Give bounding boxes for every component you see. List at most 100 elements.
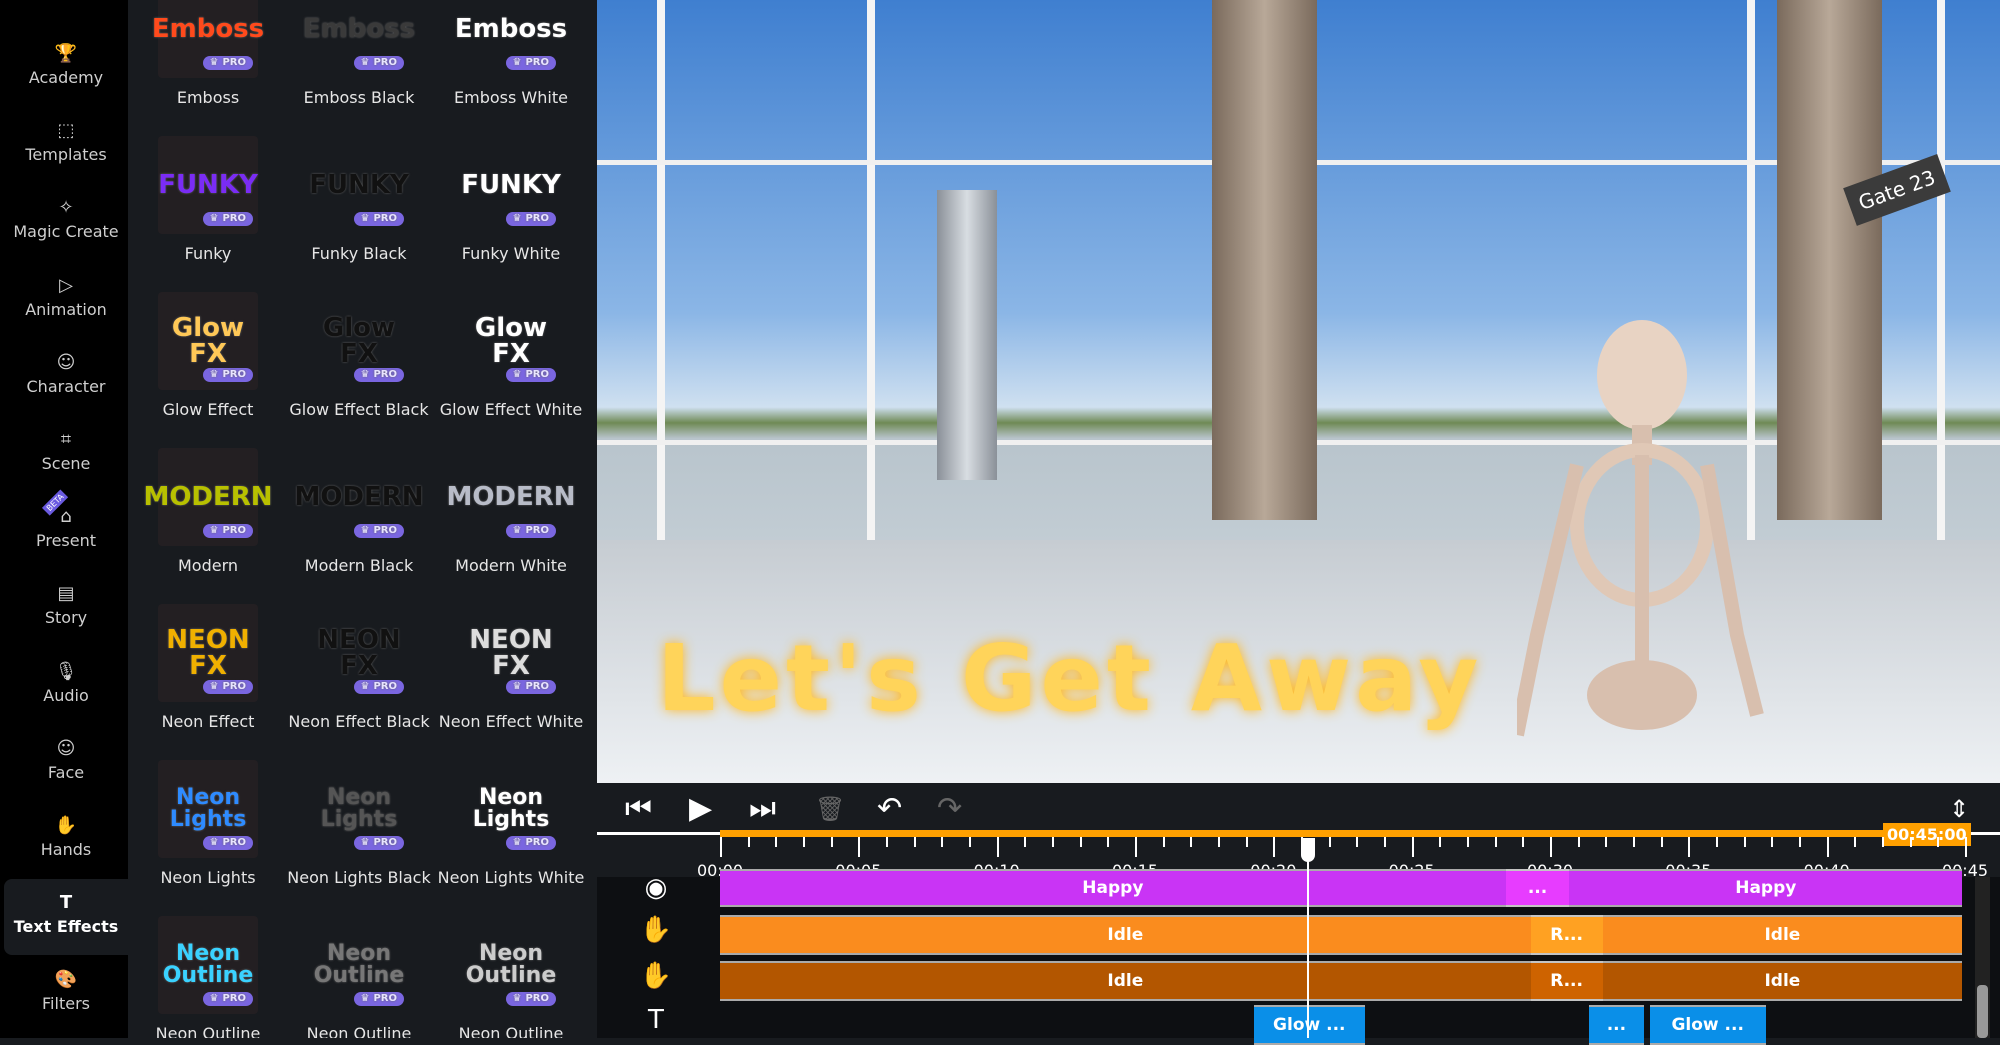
effect-card[interactable]: Emboss ♛ PRO Emboss White [436, 0, 586, 108]
ruler-tick [1135, 837, 1137, 857]
effect-card[interactable]: FUNKY ♛ PRO Funky [133, 136, 283, 264]
pro-badge: ♛ PRO [353, 680, 404, 694]
sidebar-item-animation[interactable]: ▷ Animation [4, 262, 128, 338]
skip-to-start-button[interactable]: ⏮ [625, 793, 652, 825]
crown-icon: ♛ [360, 57, 370, 68]
skeleton-character[interactable] [1517, 315, 1767, 783]
crown-icon: ♛ [512, 57, 522, 68]
pro-badge: ♛ PRO [353, 524, 404, 538]
undo-button[interactable]: ↶ [877, 793, 902, 825]
window-frame [867, 0, 875, 560]
ruler-tick [1550, 837, 1552, 857]
effect-card[interactable]: Neon Lights ♛ PRO Neon Lights White [436, 760, 586, 888]
pillar [1212, 0, 1317, 520]
effect-card[interactable]: MODERN ♛ PRO Modern Black [284, 448, 434, 576]
right-hand-icon: ✋ [639, 961, 673, 991]
sidebar-item-label: Filters [42, 994, 90, 1014]
pro-badge: ♛ PRO [202, 368, 253, 382]
sidebar-item-label: Character [26, 376, 106, 396]
sidebar-item-label: Face [47, 762, 85, 782]
effect-thumbnail: FUNKY ♛ PRO [158, 136, 258, 234]
sidebar-item-face[interactable]: ☺ Face [4, 725, 128, 801]
face-clip[interactable]: Happy [720, 869, 1506, 907]
crown-icon: ♛ [512, 525, 522, 536]
ruler-tick [886, 837, 888, 847]
pro-label: PRO [373, 681, 397, 692]
effect-card[interactable]: FUNKY ♛ PRO Funky Black [284, 136, 434, 264]
effect-label: Emboss [176, 88, 240, 107]
sidebar-item-story[interactable]: ▤ Story [4, 570, 128, 646]
pro-label: PRO [222, 525, 246, 536]
effect-thumbnail: Neon Outline ♛ PRO [461, 916, 561, 1014]
ruler-tick [1771, 837, 1774, 847]
ruler-tick [1467, 837, 1469, 847]
pro-label: PRO [373, 213, 397, 224]
left-hand-clip[interactable]: Idle [720, 915, 1531, 955]
text-clip[interactable]: Glow ... [1649, 1005, 1766, 1045]
effect-preview-text: MODERN [143, 482, 273, 512]
face-clip[interactable]: ... [1505, 869, 1570, 907]
face-clip[interactable]: Happy [1569, 869, 1963, 907]
effect-card[interactable]: Glow FX ♛ PRO Glow Effect [133, 292, 283, 420]
effect-card[interactable]: Neon Outline ♛ PRO Neon Outline [436, 916, 586, 1039]
ruler-tick [720, 837, 722, 857]
scene-viewport[interactable]: Gate 23 Let's Get Away [597, 0, 2000, 783]
effect-card[interactable]: Neon Outline ♛ PRO Neon Outline [284, 916, 434, 1039]
ruler-tick [996, 837, 999, 857]
end-time-badge[interactable]: 00:45:00 [1883, 823, 1971, 846]
palette-icon: 🎨 [54, 969, 78, 991]
right-hand-clip[interactable]: Idle [720, 961, 1531, 1001]
pro-badge: ♛ PRO [353, 212, 404, 226]
left-hand-clip[interactable]: R... [1530, 915, 1603, 955]
text-clip[interactable]: ... [1588, 1005, 1645, 1045]
right-hand-clip[interactable]: R... [1530, 961, 1603, 1001]
effect-card[interactable]: MODERN ♛ PRO Modern [133, 448, 283, 576]
sidebar-item-hands[interactable]: ✋ Hands [4, 802, 128, 878]
sidebar-item-magic-create[interactable]: ✧ Magic Create [4, 184, 128, 260]
effect-card[interactable]: Neon Outline ♛ PRO Neon Outline [133, 916, 283, 1038]
ruler-tick [969, 837, 971, 847]
redo-button[interactable]: ↷ [937, 793, 962, 825]
crown-icon: ♛ [360, 213, 370, 224]
crown-icon: ♛ [209, 837, 219, 848]
effect-card[interactable]: NEON FX ♛ PRO Neon Effect [133, 604, 283, 732]
fit-timeline-button[interactable]: ⇕ [1949, 793, 1969, 825]
sidebar-item-academy[interactable]: 🏆 Academy [4, 30, 128, 106]
pro-label: PRO [525, 525, 549, 536]
sidebar-item-scene[interactable]: ⌗ Scene [4, 416, 128, 492]
ruler-tick [858, 837, 861, 857]
effect-card[interactable]: MODERN ♛ PRO Modern White [436, 448, 586, 576]
playhead-handle[interactable] [1300, 838, 1315, 862]
tracks-scrollbar-thumb[interactable] [1977, 985, 1988, 1038]
effect-card[interactable]: NEON FX ♛ PRO Neon Effect White [436, 604, 586, 732]
effect-thumbnail: Neon Outline ♛ PRO [309, 916, 409, 1014]
play-button[interactable]: ▶ [689, 793, 712, 825]
sidebar-item-filters[interactable]: 🎨 Filters [4, 956, 128, 1032]
effect-card[interactable]: Glow FX ♛ PRO Glow Effect White [436, 292, 586, 420]
effect-preview-text: NEON FX [469, 625, 553, 681]
sidebar-item-text-effects[interactable]: T Text Effects [4, 879, 128, 956]
effect-label: Neon Effect [161, 712, 255, 731]
ruler-tick [1162, 837, 1165, 847]
effect-card[interactable]: FUNKY ♛ PRO Funky White [436, 136, 586, 264]
ruler-tick [1522, 837, 1525, 847]
sidebar-item-character[interactable]: ☺ Character [4, 339, 128, 415]
sidebar-item-audio[interactable]: 🎙 Audio [4, 648, 128, 724]
playhead[interactable] [1306, 838, 1309, 1038]
crown-icon: ♛ [360, 993, 370, 1004]
effect-card[interactable]: Neon Lights ♛ PRO Neon Lights [133, 760, 283, 888]
left-hand-clip[interactable]: Idle [1602, 915, 1963, 955]
effect-card[interactable]: NEON FX ♛ PRO Neon Effect Black [284, 604, 434, 732]
trophy-icon: 🏆 [54, 43, 78, 64]
effect-card[interactable]: Emboss ♛ PRO Emboss Black [284, 0, 434, 108]
effect-card[interactable]: Emboss ♛ PRO Emboss [133, 0, 283, 108]
right-hand-clip[interactable]: Idle [1602, 961, 1963, 1001]
delete-button[interactable]: 🗑 [815, 793, 845, 825]
effect-card[interactable]: Neon Lights ♛ PRO Neon Lights Black [284, 760, 434, 888]
skip-to-end-button[interactable]: ⏭ [749, 793, 776, 825]
sidebar-item-templates[interactable]: ⬚ Templates [4, 107, 128, 183]
headline-text-effect[interactable]: Let's Get Away [657, 625, 1482, 732]
sidebar-item-present[interactable]: ⌂ BETA Present [4, 489, 128, 569]
text-clip[interactable]: Glow ... [1253, 1005, 1365, 1045]
effect-card[interactable]: Glow FX ♛ PRO Glow Effect Black [284, 292, 434, 420]
